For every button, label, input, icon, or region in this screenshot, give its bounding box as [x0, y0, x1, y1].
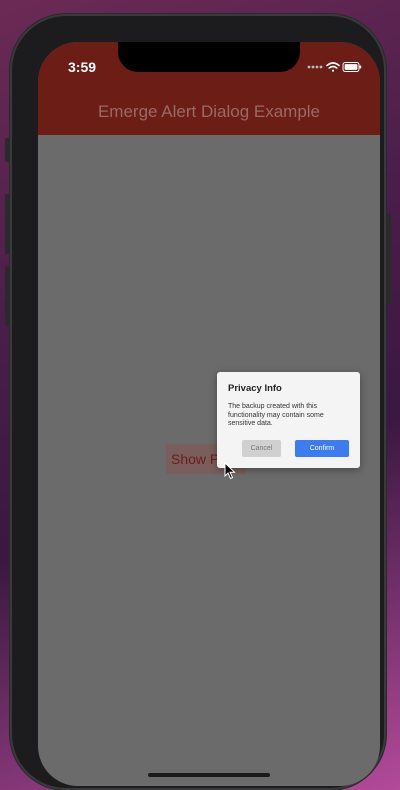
volume-down-button [5, 266, 10, 326]
home-indicator [148, 773, 270, 777]
dialog-title: Privacy Info [228, 383, 282, 394]
power-button [386, 214, 391, 304]
cancel-button[interactable]: Cancel [242, 440, 281, 457]
dialog-message: The backup created with this functionali… [228, 403, 324, 428]
app-bar: 3:59 Emerge Alert Dialog Example [38, 42, 380, 135]
cancel-button-label: Cancel [250, 445, 273, 452]
privacy-dialog: Privacy Info The backup created with thi… [217, 372, 360, 468]
mouse-pointer-icon [224, 462, 236, 480]
volume-up-button [5, 194, 10, 254]
status-time: 3:59 [68, 59, 97, 75]
phone-frame: 3:59 Emerge Alert Dialog Example Show Pr… [5, 14, 391, 790]
app-title: Emerge Alert Dialog Example [97, 102, 321, 121]
wifi-icon [326, 62, 340, 72]
show-privacy-button-label: Show Pr [171, 451, 224, 467]
screen: 3:59 Emerge Alert Dialog Example Show Pr… [38, 42, 380, 786]
confirm-button[interactable]: Confirm [295, 440, 349, 457]
notch [118, 42, 300, 72]
silent-switch [5, 138, 10, 162]
confirm-button-label: Confirm [309, 445, 335, 452]
battery-icon [342, 62, 362, 72]
status-icons [307, 62, 362, 72]
signal-dots-icon [307, 65, 323, 69]
